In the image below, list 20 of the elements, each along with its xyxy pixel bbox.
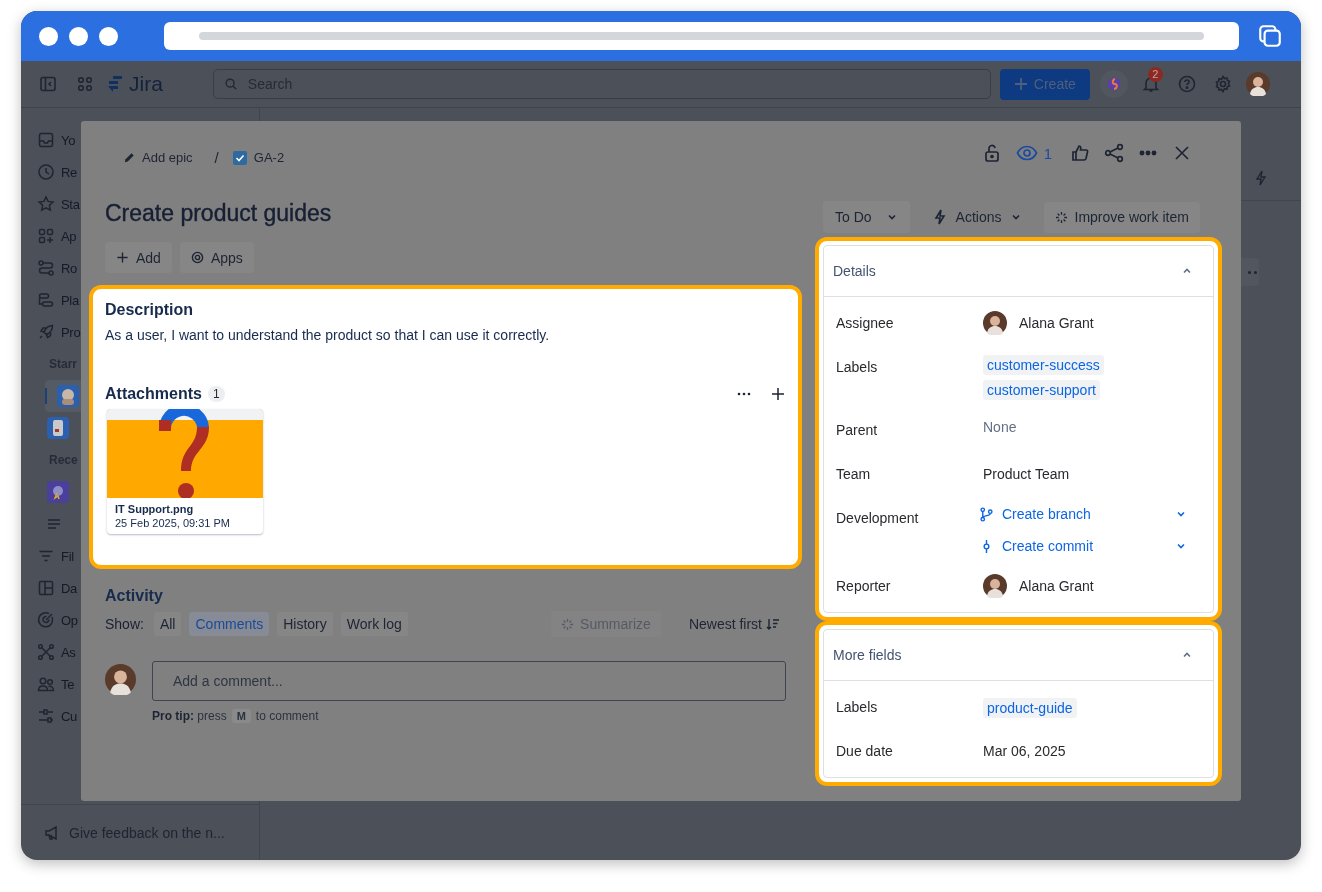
keyboard-key: M <box>231 709 251 723</box>
filter-label: Show: <box>105 616 144 632</box>
file-date: 25 Feb 2025, 09:31 PM <box>115 517 231 529</box>
section-heading: Activity <box>105 587 164 605</box>
count-badge: 1 <box>207 386 225 402</box>
field-label: Labels <box>836 358 879 377</box>
tip-text: Pro tip: press <box>152 709 227 723</box>
field-label: Team <box>836 465 872 484</box>
breadcrumb-separator: / <box>214 149 219 166</box>
section-heading: Description <box>105 301 194 319</box>
field-label: Labels <box>836 698 879 717</box>
field-label: Due date <box>836 742 894 761</box>
notification-badge: 2 <box>1147 67 1163 82</box>
tip-text: to comment <box>255 709 319 723</box>
field-label: Development <box>836 509 920 528</box>
file-name: IT Support.png <box>115 503 195 515</box>
field-label: Reporter <box>836 577 892 596</box>
field-label: Parent <box>836 421 879 440</box>
field-label: Assignee <box>836 314 895 333</box>
section-heading: Attachments <box>105 385 202 403</box>
